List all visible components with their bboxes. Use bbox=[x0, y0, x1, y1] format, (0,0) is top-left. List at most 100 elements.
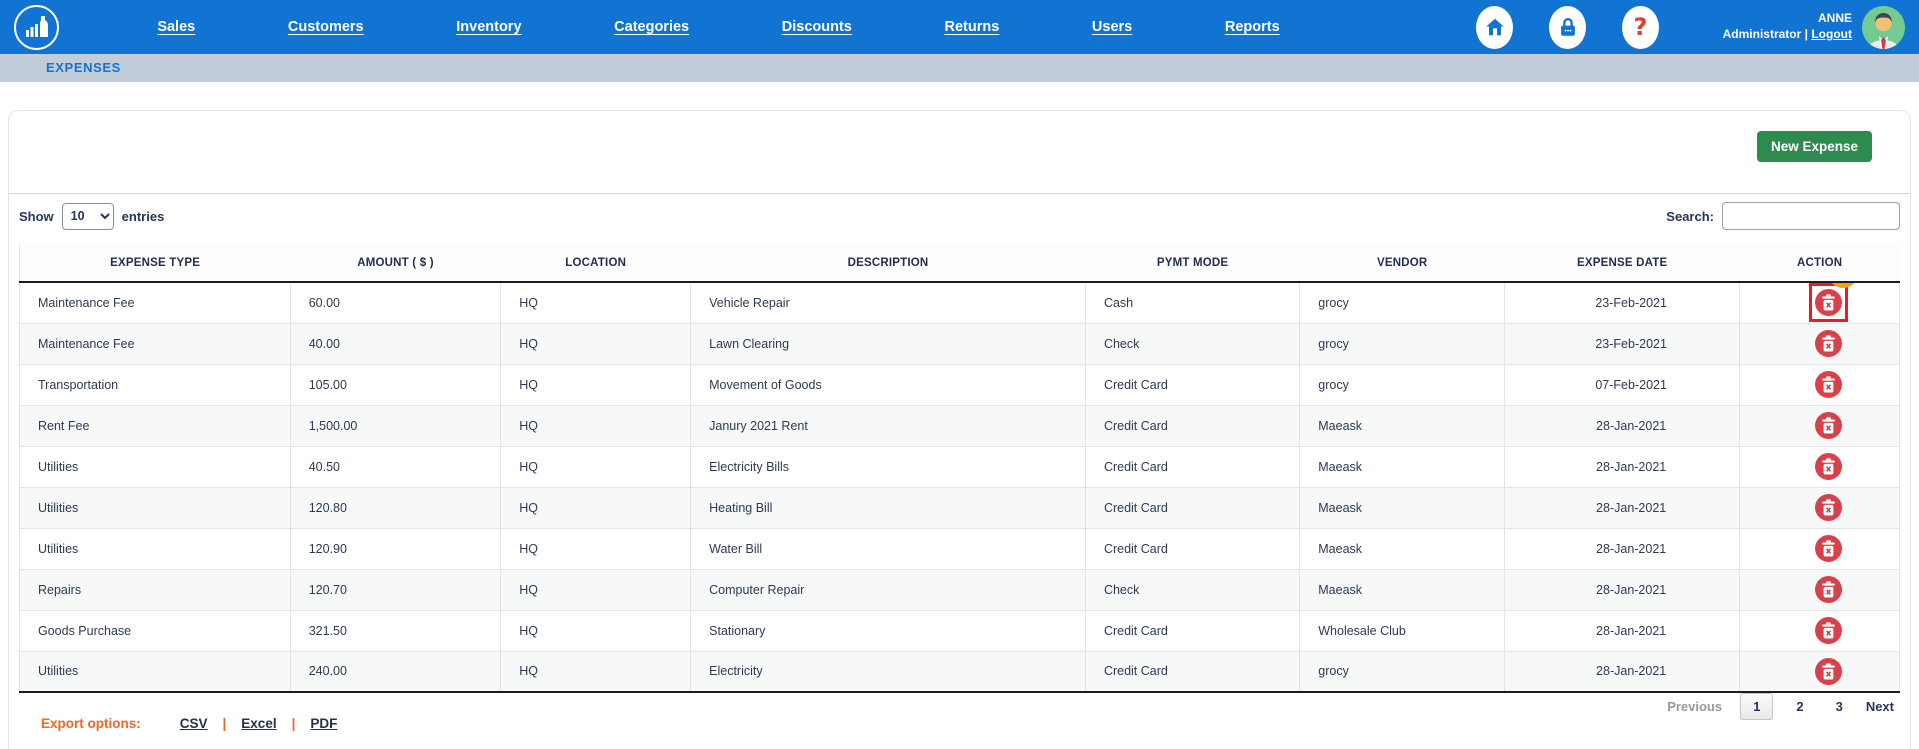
delete-expense-button[interactable] bbox=[1815, 289, 1842, 316]
column-header-4[interactable]: PYMT MODE bbox=[1085, 244, 1299, 282]
expenses-table: EXPENSE TYPEAMOUNT ( $ )LOCATIONDESCRIPT… bbox=[19, 244, 1900, 693]
cell-expense-type: Repairs bbox=[20, 569, 291, 610]
cell-vendor: grocy bbox=[1300, 323, 1505, 364]
page-button-2[interactable]: 2 bbox=[1787, 694, 1812, 719]
app-logo[interactable] bbox=[14, 5, 59, 50]
delete-expense-button[interactable] bbox=[1815, 453, 1842, 480]
export-options: Export options: CSV|Excel|PDF bbox=[19, 716, 1900, 731]
column-header-3[interactable]: DESCRIPTION bbox=[691, 244, 1086, 282]
table-row: Repairs120.70HQComputer RepairCheckMaeas… bbox=[20, 569, 1900, 610]
cell-amount: 321.50 bbox=[290, 610, 501, 651]
cell-expense-type: Maintenance Fee bbox=[20, 323, 291, 364]
table-head: EXPENSE TYPEAMOUNT ( $ )LOCATIONDESCRIPT… bbox=[20, 244, 1900, 282]
user-info: ANNE Administrator | Logout bbox=[1723, 11, 1852, 42]
cell-pymt-mode: Credit Card bbox=[1085, 528, 1299, 569]
new-expense-button[interactable]: New Expense bbox=[1757, 131, 1872, 162]
action-wrap: 3 bbox=[1809, 283, 1848, 322]
nav-item-inventory[interactable]: Inventory bbox=[456, 19, 521, 35]
page-size-select[interactable]: 10 bbox=[62, 203, 114, 230]
action-wrap bbox=[1809, 406, 1848, 445]
cell-vendor: Maeask bbox=[1300, 487, 1505, 528]
search-control: Search: bbox=[1666, 202, 1900, 230]
delete-expense-button[interactable] bbox=[1815, 330, 1842, 357]
column-header-2[interactable]: LOCATION bbox=[501, 244, 691, 282]
nav-item-users[interactable]: Users bbox=[1092, 19, 1132, 35]
cell-vendor: Maeask bbox=[1300, 528, 1505, 569]
nav-item-discounts[interactable]: Discounts bbox=[782, 19, 852, 35]
cell-amount: 120.80 bbox=[290, 487, 501, 528]
nav-item-customers[interactable]: Customers bbox=[288, 19, 364, 35]
cell-vendor: Maeask bbox=[1300, 405, 1505, 446]
table-area: Show 10 entries Search: EXPENSE TYPEAMOU… bbox=[9, 193, 1910, 749]
nav-item-reports[interactable]: Reports bbox=[1225, 19, 1280, 35]
action-wrap bbox=[1809, 611, 1848, 650]
cell-location: HQ bbox=[501, 282, 691, 323]
lock-icon[interactable] bbox=[1549, 6, 1586, 49]
trash-icon bbox=[1821, 417, 1836, 434]
cell-amount: 40.50 bbox=[290, 446, 501, 487]
delete-expense-button[interactable] bbox=[1815, 412, 1842, 439]
logout-link[interactable]: Logout bbox=[1811, 27, 1852, 41]
cell-expense-date: 28-Jan-2021 bbox=[1505, 487, 1740, 528]
page-button-3[interactable]: 3 bbox=[1827, 694, 1852, 719]
column-header-6[interactable]: EXPENSE DATE bbox=[1505, 244, 1740, 282]
cell-expense-date: 07-Feb-2021 bbox=[1505, 364, 1740, 405]
column-header-1[interactable]: AMOUNT ( $ ) bbox=[290, 244, 501, 282]
delete-expense-button[interactable] bbox=[1815, 658, 1842, 685]
delete-expense-button[interactable] bbox=[1815, 535, 1842, 562]
cell-location: HQ bbox=[501, 528, 691, 569]
export-pdf-link[interactable]: PDF bbox=[310, 716, 337, 731]
table-row: Maintenance Fee60.00HQVehicle RepairCash… bbox=[20, 282, 1900, 323]
page-button-1[interactable]: 1 bbox=[1740, 693, 1773, 720]
delete-expense-button[interactable] bbox=[1815, 576, 1842, 603]
cell-vendor: Maeask bbox=[1300, 569, 1505, 610]
user-role-line: Administrator | Logout bbox=[1723, 27, 1852, 43]
cell-amount: 1,500.00 bbox=[290, 405, 501, 446]
nav-item-sales[interactable]: Sales bbox=[157, 19, 195, 35]
search-label: Search: bbox=[1666, 209, 1714, 224]
cell-expense-type: Utilities bbox=[20, 651, 291, 692]
cell-action bbox=[1740, 364, 1900, 405]
cell-pymt-mode: Credit Card bbox=[1085, 487, 1299, 528]
trash-icon bbox=[1821, 499, 1836, 516]
trash-icon bbox=[1821, 294, 1836, 311]
cell-expense-date: 23-Feb-2021 bbox=[1505, 323, 1740, 364]
delete-expense-button[interactable] bbox=[1815, 494, 1842, 521]
cell-action bbox=[1740, 569, 1900, 610]
nav-item-returns[interactable]: Returns bbox=[944, 19, 999, 35]
table-row: Utilities120.80HQHeating BillCredit Card… bbox=[20, 487, 1900, 528]
nav-item-categories[interactable]: Categories bbox=[614, 19, 689, 35]
home-icon[interactable] bbox=[1476, 6, 1513, 49]
cell-vendor: Wholesale Club bbox=[1300, 610, 1505, 651]
export-options-label: Export options: bbox=[41, 716, 141, 731]
delete-expense-button[interactable] bbox=[1815, 617, 1842, 644]
cell-expense-type: Goods Purchase bbox=[20, 610, 291, 651]
cell-action bbox=[1740, 446, 1900, 487]
delete-expense-button[interactable] bbox=[1815, 371, 1842, 398]
cell-location: HQ bbox=[501, 487, 691, 528]
column-header-0[interactable]: EXPENSE TYPE bbox=[20, 244, 291, 282]
cell-action bbox=[1740, 651, 1900, 692]
export-excel-link[interactable]: Excel bbox=[241, 716, 276, 731]
pagination: Previous 123 Next bbox=[19, 699, 1900, 714]
cell-expense-type: Transportation bbox=[20, 364, 291, 405]
help-icon[interactable]: ? bbox=[1622, 6, 1659, 49]
export-csv-link[interactable]: CSV bbox=[180, 716, 208, 731]
cell-expense-date: 28-Jan-2021 bbox=[1505, 528, 1740, 569]
cell-description: Vehicle Repair bbox=[691, 282, 1086, 323]
user-avatar[interactable] bbox=[1862, 6, 1905, 49]
cell-location: HQ bbox=[501, 651, 691, 692]
next-page-button[interactable]: Next bbox=[1866, 699, 1894, 714]
previous-page-button[interactable]: Previous bbox=[1667, 699, 1722, 714]
export-links: CSV|Excel|PDF bbox=[165, 716, 353, 731]
action-wrap bbox=[1809, 324, 1848, 363]
cell-description: Water Bill bbox=[691, 528, 1086, 569]
trash-icon bbox=[1821, 376, 1836, 393]
column-header-7[interactable]: ACTION bbox=[1740, 244, 1900, 282]
cell-description: Janury 2021 Rent bbox=[691, 405, 1086, 446]
cell-action bbox=[1740, 528, 1900, 569]
column-header-5[interactable]: VENDOR bbox=[1300, 244, 1505, 282]
search-input[interactable] bbox=[1722, 202, 1900, 230]
cell-description: Electricity Bills bbox=[691, 446, 1086, 487]
role-divider: | bbox=[1805, 27, 1808, 41]
